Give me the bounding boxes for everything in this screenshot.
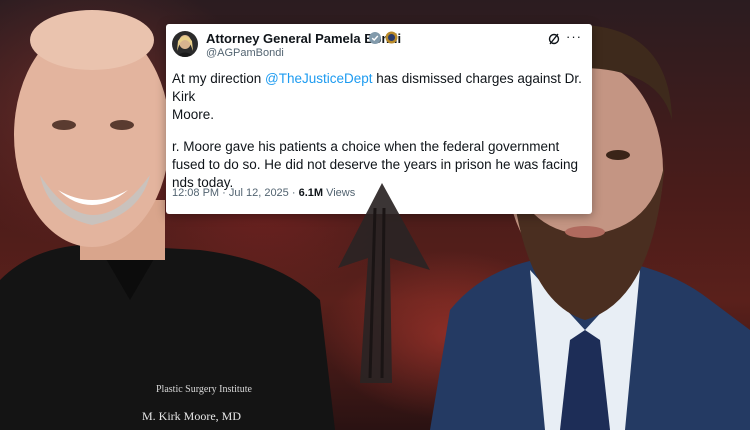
author-handle[interactable]: @AGPamBondi (206, 47, 284, 59)
tweet-text-segment: Moore. (172, 107, 215, 122)
tweet-text: At my direction @TheJusticeDept has dism… (172, 70, 588, 192)
verified-badge-icon (369, 32, 381, 44)
more-options-icon[interactable]: ··· (566, 29, 582, 44)
government-seal-icon (385, 31, 398, 44)
grok-icon[interactable] (548, 33, 560, 45)
tweet-text-segment: r. Moore gave his patients a choice when… (172, 139, 560, 154)
author-avatar[interactable] (172, 31, 198, 57)
arrow-up-icon (338, 183, 430, 383)
mention-link[interactable]: @TheJusticeDept (265, 71, 373, 86)
tweet-text-segment: fused to do so. He did not deserve the y… (172, 157, 578, 172)
scrub-name: M. Kirk Moore, MD (142, 409, 241, 423)
timestamp-text[interactable]: 12:08 PM · Jul 12, 2025 · (172, 187, 299, 199)
tweet-text-segment: At my direction (172, 71, 266, 86)
scrub-logo: Plastic Surgery Institute (156, 384, 252, 395)
